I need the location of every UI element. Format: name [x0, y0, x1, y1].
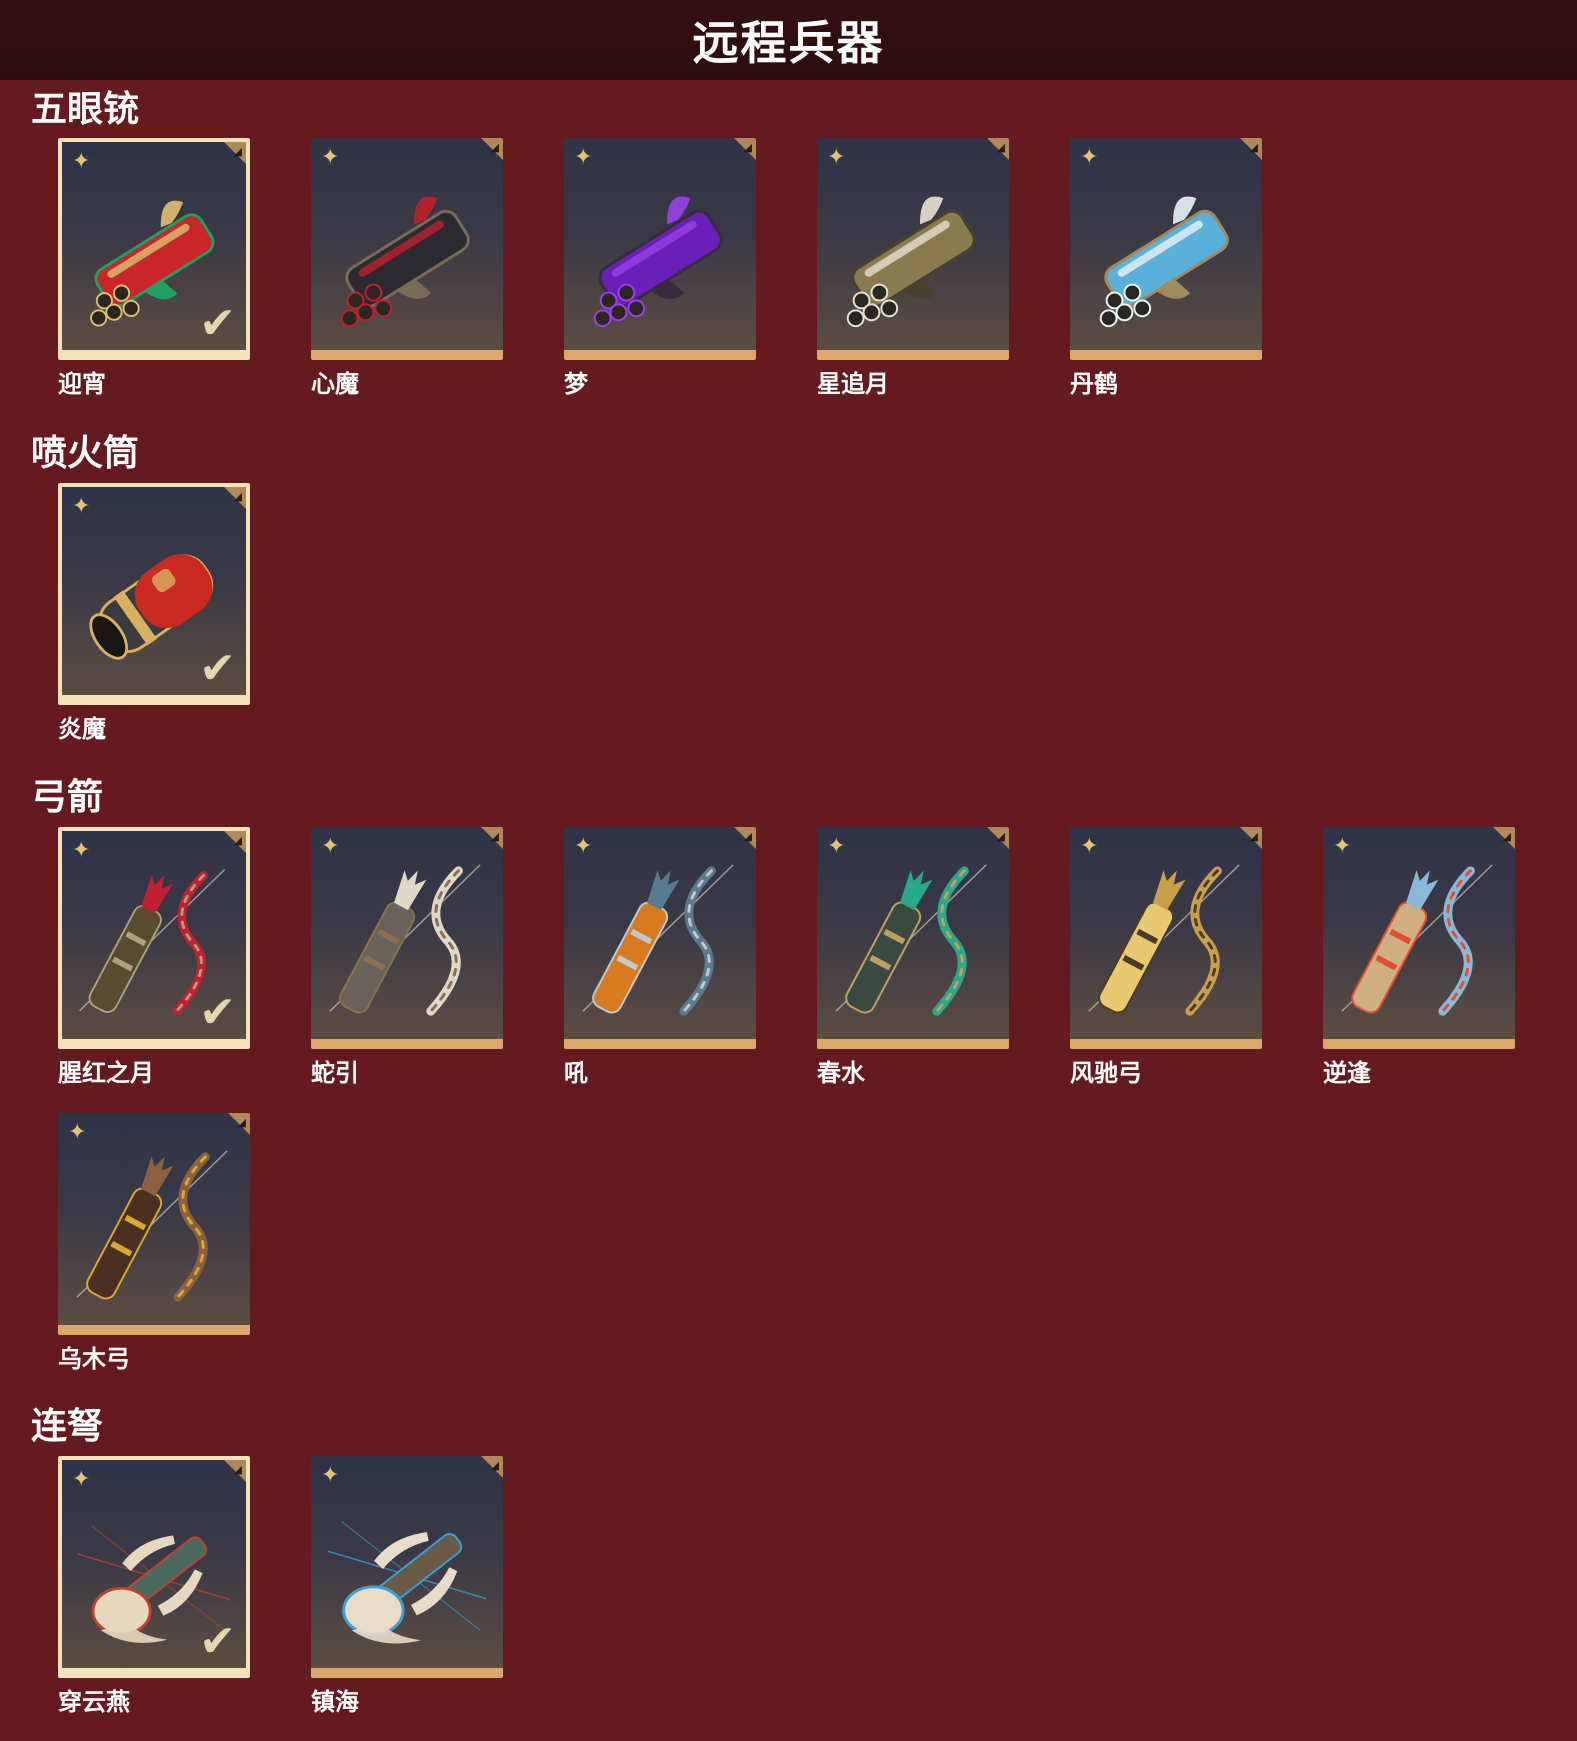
- corner-mark-icon: ◢: [237, 1116, 246, 1129]
- weapon-name: 星追月: [817, 370, 889, 398]
- weapon-name: 腥红之月: [58, 1059, 154, 1087]
- weapon-name: 蛇引: [311, 1059, 359, 1087]
- weapon-card[interactable]: ◢ ✦ 风驰弓: [1070, 827, 1262, 1088]
- weapon-name: 乌木弓: [58, 1345, 130, 1373]
- weapon-image: [827, 853, 999, 1031]
- section-title-liannu: 连弩: [31, 1406, 104, 1447]
- corner-mark-icon: ◢: [490, 830, 499, 843]
- weapon-thumbnail[interactable]: ◢ ✦: [1070, 827, 1262, 1049]
- weapon-name: 穿云燕: [58, 1688, 130, 1716]
- weapon-image: [1080, 164, 1252, 342]
- page-title: 远程兵器: [692, 16, 885, 70]
- weapon-card[interactable]: ◢ ✦ 心魔: [311, 138, 503, 399]
- weapon-thumbnail[interactable]: ◢ ✦ ✔: [58, 138, 250, 360]
- weapon-card[interactable]: ◢ ✦ 乌木弓: [58, 1113, 250, 1374]
- corner-mark-icon: ◢: [490, 141, 499, 154]
- weapon-card[interactable]: ◢ ✦ 春水: [817, 827, 1009, 1088]
- section-title-gongjian: 弓箭: [31, 777, 104, 818]
- corner-mark-icon: ◢: [1502, 830, 1511, 843]
- weapon-image: [321, 853, 493, 1031]
- weapon-name: 丹鹤: [1070, 370, 1118, 398]
- section-title-penhuotong: 喷火筒: [31, 433, 140, 474]
- weapon-name: 吼: [564, 1059, 588, 1087]
- checkmark-icon: ✔: [199, 1616, 236, 1667]
- checkmark-icon: ✔: [199, 643, 236, 694]
- checkmark-icon: ✔: [199, 298, 236, 349]
- corner-mark-icon: ◢: [996, 141, 1005, 154]
- section-title-wuyanchong: 五眼铳: [31, 89, 140, 130]
- weapon-name: 梦: [564, 370, 588, 398]
- weapon-card[interactable]: ◢ ✦ 镇海: [311, 1456, 503, 1717]
- corner-mark-icon: ◢: [996, 830, 1005, 843]
- weapon-image: [321, 164, 493, 342]
- corner-mark-icon: ◢: [233, 145, 242, 158]
- weapon-name: 风驰弓: [1070, 1059, 1142, 1087]
- weapon-thumbnail[interactable]: ◢ ✦: [58, 1113, 250, 1335]
- corner-mark-icon: ◢: [1249, 830, 1258, 843]
- weapon-thumbnail[interactable]: ◢ ✦ ✔: [58, 827, 250, 1049]
- weapon-thumbnail[interactable]: ◢ ✦: [311, 827, 503, 1049]
- weapon-card[interactable]: ◢ ✦ ✔ 腥红之月: [58, 827, 250, 1088]
- header-bar: 远程兵器: [0, 0, 1577, 80]
- weapon-thumbnail[interactable]: ◢ ✦: [564, 138, 756, 360]
- weapon-card[interactable]: ◢ ✦ 丹鹤: [1070, 138, 1262, 399]
- corner-mark-icon: ◢: [743, 141, 752, 154]
- weapon-thumbnail[interactable]: ◢ ✦: [1070, 138, 1262, 360]
- weapon-name: 镇海: [311, 1688, 359, 1716]
- weapon-name: 春水: [817, 1059, 865, 1087]
- weapon-card[interactable]: ◢ ✦ ✔ 迎宵: [58, 138, 250, 399]
- weapon-name: 迎宵: [58, 370, 106, 398]
- corner-mark-icon: ◢: [1249, 141, 1258, 154]
- weapon-thumbnail[interactable]: ◢ ✦ ✔: [58, 483, 250, 705]
- corner-mark-icon: ◢: [233, 834, 242, 847]
- weapon-card[interactable]: ◢ ✦ 蛇引: [311, 827, 503, 1088]
- weapon-image: [827, 164, 999, 342]
- weapon-name: 炎魔: [58, 715, 106, 743]
- weapon-image: [68, 1139, 240, 1317]
- weapon-thumbnail[interactable]: ◢ ✦ ✔: [58, 1456, 250, 1678]
- weapon-card[interactable]: ◢ ✦ 逆逢: [1323, 827, 1515, 1088]
- corner-mark-icon: ◢: [743, 830, 752, 843]
- weapon-thumbnail[interactable]: ◢ ✦: [311, 1456, 503, 1678]
- corner-mark-icon: ◢: [233, 1463, 242, 1476]
- corner-mark-icon: ◢: [233, 490, 242, 503]
- weapon-thumbnail[interactable]: ◢ ✦: [817, 827, 1009, 1049]
- weapon-card[interactable]: ◢ ✦ 吼: [564, 827, 756, 1088]
- weapon-thumbnail[interactable]: ◢ ✦: [564, 827, 756, 1049]
- weapon-image: [1333, 853, 1505, 1031]
- weapon-thumbnail[interactable]: ◢ ✦: [817, 138, 1009, 360]
- weapon-image: [574, 853, 746, 1031]
- weapon-card[interactable]: ◢ ✦ ✔ 炎魔: [58, 483, 250, 744]
- weapon-card[interactable]: ◢ ✦ 星追月: [817, 138, 1009, 399]
- weapon-image: [574, 164, 746, 342]
- checkmark-icon: ✔: [199, 987, 236, 1038]
- weapon-card[interactable]: ◢ ✦ 梦: [564, 138, 756, 399]
- corner-mark-icon: ◢: [490, 1459, 499, 1472]
- weapon-thumbnail[interactable]: ◢ ✦: [1323, 827, 1515, 1049]
- weapon-name: 心魔: [311, 370, 359, 398]
- weapon-image: [1080, 853, 1252, 1031]
- weapon-name: 逆逢: [1323, 1059, 1371, 1087]
- weapon-image: [321, 1482, 493, 1660]
- weapon-card[interactable]: ◢ ✦ ✔ 穿云燕: [58, 1456, 250, 1717]
- weapon-thumbnail[interactable]: ◢ ✦: [311, 138, 503, 360]
